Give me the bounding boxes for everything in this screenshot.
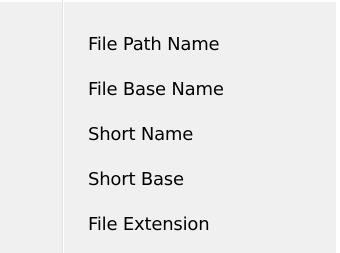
menu-item-label: Short Base — [88, 169, 184, 190]
menu-item-file-path-name[interactable]: File Path Name — [0, 22, 336, 67]
menu-item-list: File Path Name File Base Name Short Name… — [0, 22, 336, 247]
menu-item-short-name[interactable]: Short Name — [0, 112, 336, 157]
menu-item-label: File Extension — [88, 214, 210, 235]
menu-item-file-base-name[interactable]: File Base Name — [0, 67, 336, 112]
menu-item-file-extension[interactable]: File Extension — [0, 202, 336, 247]
menu-item-label: File Base Name — [88, 79, 224, 100]
menu-top-edge — [0, 0, 340, 2]
menu-item-short-base[interactable]: Short Base — [0, 157, 336, 202]
menu-right-edge — [336, 0, 340, 253]
menu-item-label: File Path Name — [88, 34, 220, 55]
context-menu: File Path Name File Base Name Short Name… — [0, 0, 340, 253]
menu-item-label: Short Name — [88, 124, 194, 145]
